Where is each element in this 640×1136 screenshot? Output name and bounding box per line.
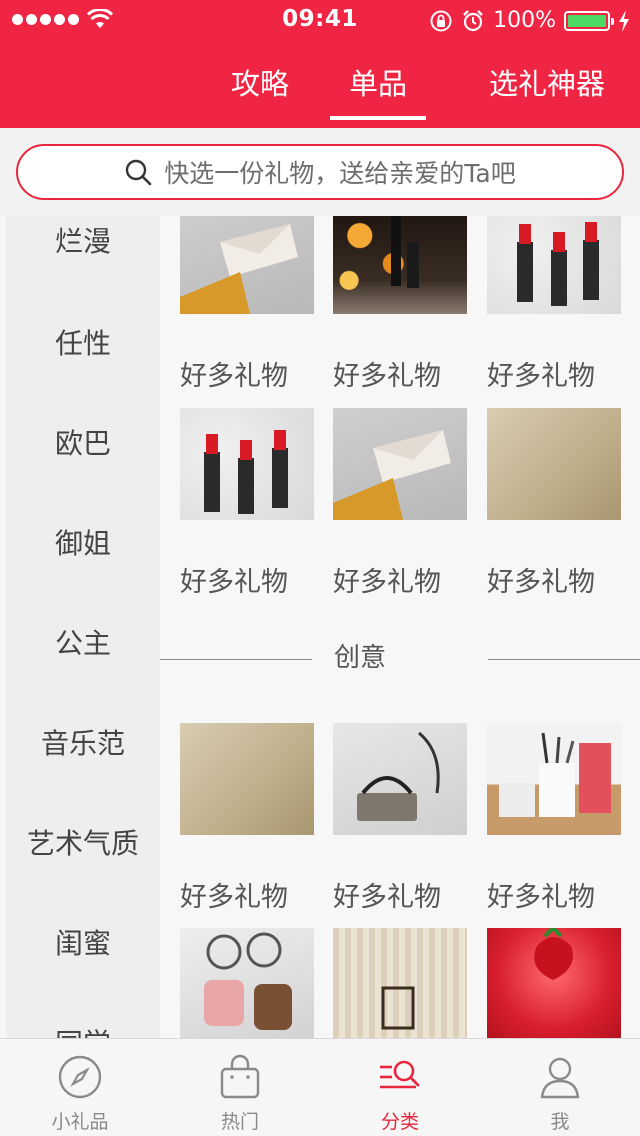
product-label: 好多礼物 xyxy=(180,567,288,598)
battery-percent: 100% xyxy=(493,8,556,33)
user-icon xyxy=(540,1057,580,1099)
orientation-lock-icon xyxy=(430,10,452,31)
sidebar-item-artsy[interactable]: 艺术气质 xyxy=(6,816,160,916)
battery-icon xyxy=(564,10,614,31)
product-label: 好多礼物 xyxy=(333,567,441,598)
app-screen: 09:41 100% 攻略 单品 选礼神器 快选一份礼物，送给亲爱的Ta吧 烂漫… xyxy=(0,0,640,1136)
search-input[interactable]: 快选一份礼物，送给亲爱的Ta吧 xyxy=(16,144,624,200)
divider xyxy=(488,659,640,660)
product-image[interactable] xyxy=(180,408,314,520)
bottom-tab-bar: 小礼品 热门 分类 我 xyxy=(0,1038,640,1136)
product-label: 好多礼物 xyxy=(180,361,288,392)
status-right: 100% xyxy=(429,8,630,33)
sidebar-item-classmate[interactable]: 同学 xyxy=(6,1016,160,1038)
sidebar-item-bestie[interactable]: 闺蜜 xyxy=(6,916,160,1016)
sidebar-item-willful[interactable]: 任性 xyxy=(6,316,160,416)
tab-gift-finder[interactable]: 选礼神器 xyxy=(482,64,612,120)
product-image[interactable] xyxy=(333,723,467,835)
product-label: 好多礼物 xyxy=(487,361,595,392)
sidebar-item-lady[interactable]: 御姐 xyxy=(6,516,160,616)
top-tabs: 攻略 单品 选礼神器 xyxy=(0,64,640,124)
product-image[interactable] xyxy=(487,408,621,520)
status-bar: 09:41 100% xyxy=(0,0,640,40)
active-tab-indicator xyxy=(330,116,426,120)
product-image[interactable] xyxy=(333,408,467,520)
product-label: 好多礼物 xyxy=(487,882,595,913)
tab-label: 我 xyxy=(550,1111,570,1133)
product-image[interactable] xyxy=(333,928,467,1038)
tab-label: 热门 xyxy=(220,1111,259,1133)
product-grid[interactable]: 好多礼物 好多礼物 好多礼物 好多礼物 好多礼物 好多礼物 创意 好多礼物 好多… xyxy=(160,216,640,1038)
sidebar-item-romantic[interactable]: 烂漫 xyxy=(6,216,160,314)
tab-label: 分类 xyxy=(380,1111,419,1133)
shopping-bag-icon xyxy=(220,1054,260,1099)
search-icon xyxy=(126,159,152,186)
tab-guides[interactable]: 攻略 xyxy=(222,64,298,120)
tab-label: 小礼品 xyxy=(51,1111,109,1133)
tab-categories[interactable]: 分类 xyxy=(320,1039,480,1136)
tab-popular[interactable]: 热门 xyxy=(160,1039,320,1136)
category-search-icon xyxy=(380,1060,420,1089)
compass-icon xyxy=(58,1055,102,1099)
sidebar-item-oppa[interactable]: 欧巴 xyxy=(6,416,160,516)
category-sidebar[interactable]: 烂漫 任性 欧巴 御姐 公主 音乐范 艺术气质 闺蜜 同学 xyxy=(6,216,160,1038)
product-label: 好多礼物 xyxy=(487,567,595,598)
search-placeholder: 快选一份礼物，送给亲爱的Ta吧 xyxy=(164,159,516,188)
product-image[interactable] xyxy=(487,723,621,835)
sidebar-item-music[interactable]: 音乐范 xyxy=(6,716,160,816)
product-image[interactable] xyxy=(180,216,314,314)
product-image[interactable] xyxy=(333,216,467,314)
header: 09:41 100% 攻略 单品 选礼神器 xyxy=(0,0,640,128)
tab-small-gifts[interactable]: 小礼品 xyxy=(0,1039,160,1136)
product-image[interactable] xyxy=(487,928,621,1038)
alarm-icon xyxy=(463,9,483,31)
search-area: 快选一份礼物，送给亲爱的Ta吧 xyxy=(0,128,640,216)
product-label: 好多礼物 xyxy=(180,882,288,913)
section-header: 创意 xyxy=(160,640,640,676)
product-image[interactable] xyxy=(487,216,621,314)
charging-icon xyxy=(619,9,629,32)
product-image[interactable] xyxy=(180,928,314,1038)
product-label: 好多礼物 xyxy=(333,882,441,913)
tab-me[interactable]: 我 xyxy=(480,1039,640,1136)
sidebar-item-princess[interactable]: 公主 xyxy=(6,616,160,716)
product-label: 好多礼物 xyxy=(333,361,441,392)
tab-items[interactable]: 单品 xyxy=(330,64,426,120)
section-title: 创意 xyxy=(333,643,386,673)
product-image[interactable] xyxy=(180,723,314,835)
